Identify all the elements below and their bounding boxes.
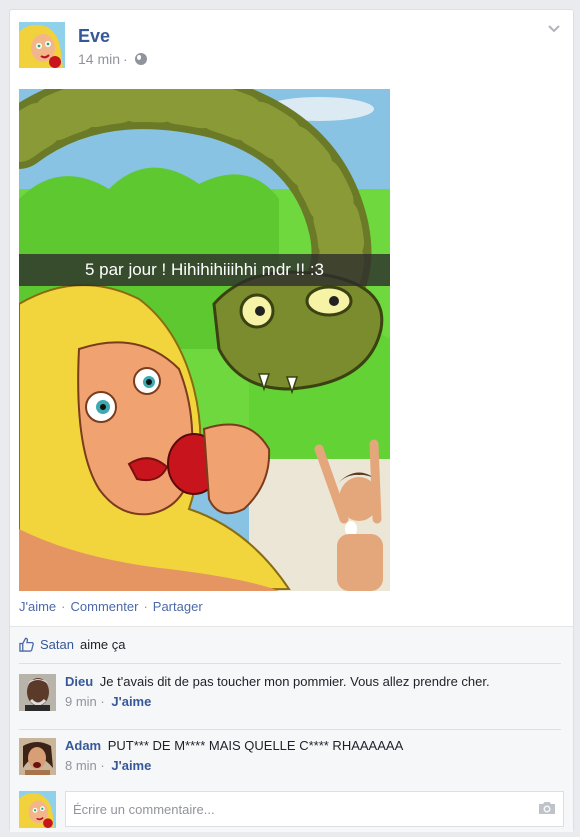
- likes-suffix: aime ça: [79, 637, 126, 652]
- comment-meta: 9 min · J'aime: [65, 694, 151, 709]
- comment-body: Dieu Je t'avais dit de pas toucher mon p…: [65, 674, 490, 689]
- comment-button[interactable]: Commenter: [71, 599, 139, 614]
- comment-time[interactable]: 8 min: [65, 758, 97, 773]
- comment-time[interactable]: 9 min: [65, 694, 97, 709]
- post-card: Eve 14 min · 5 par jour ! Hihihihiiihhi …: [9, 9, 574, 832]
- comment-body: Adam PUT*** DE M**** MAIS QUELLE C**** R…: [65, 738, 403, 753]
- comment-item: Dieu Je t'avais dit de pas toucher mon p…: [19, 674, 564, 722]
- comment-separator: ·: [100, 758, 105, 773]
- thumbs-up-icon: [19, 637, 34, 652]
- photo-caption: 5 par jour ! Hihihihiiihhi mdr !! :3: [19, 254, 390, 286]
- comment-author[interactable]: Dieu: [65, 674, 93, 689]
- comment-like-button[interactable]: J'aime: [111, 758, 151, 773]
- comment-item: Adam PUT*** DE M**** MAIS QUELLE C**** R…: [19, 738, 564, 786]
- globe-icon: [134, 53, 147, 65]
- divider: [19, 729, 561, 730]
- post-actions: J'aime · Commenter · Partager: [19, 599, 203, 614]
- comment-meta: 8 min · J'aime: [65, 758, 151, 773]
- current-user-avatar: [19, 791, 56, 828]
- comment-text: PUT*** DE M**** MAIS QUELLE C**** RHAAAA…: [107, 738, 404, 753]
- comment-like-button[interactable]: J'aime: [111, 694, 151, 709]
- comment-author[interactable]: Adam: [65, 738, 101, 753]
- likes-summary: Satan aime ça: [19, 637, 126, 652]
- liker-name[interactable]: Satan: [40, 637, 74, 652]
- comment-input[interactable]: [65, 791, 564, 827]
- comment-separator: ·: [100, 694, 105, 709]
- comment-composer: [19, 791, 564, 828]
- action-separator: ·: [61, 599, 66, 614]
- action-separator: ·: [143, 599, 148, 614]
- post-author[interactable]: Eve: [78, 26, 110, 47]
- commenter-avatar[interactable]: [19, 674, 56, 711]
- like-button[interactable]: J'aime: [19, 599, 56, 614]
- post-time[interactable]: 14 min: [78, 51, 120, 67]
- commenter-avatar[interactable]: [19, 738, 56, 775]
- divider: [19, 663, 561, 664]
- comment-text: Je t'avais dit de pas toucher mon pommie…: [99, 674, 490, 689]
- meta-separator: ·: [123, 51, 128, 67]
- share-button[interactable]: Partager: [153, 599, 203, 614]
- post-photo[interactable]: 5 par jour ! Hihihihiiihhi mdr !! :3: [19, 89, 390, 591]
- post-meta: 14 min ·: [78, 51, 147, 67]
- camera-icon[interactable]: [538, 801, 556, 815]
- author-avatar[interactable]: [19, 22, 65, 68]
- feedback-section: Satan aime ça Dieu Je t'avais dit de pas…: [10, 626, 573, 832]
- chevron-down-icon[interactable]: [547, 22, 561, 36]
